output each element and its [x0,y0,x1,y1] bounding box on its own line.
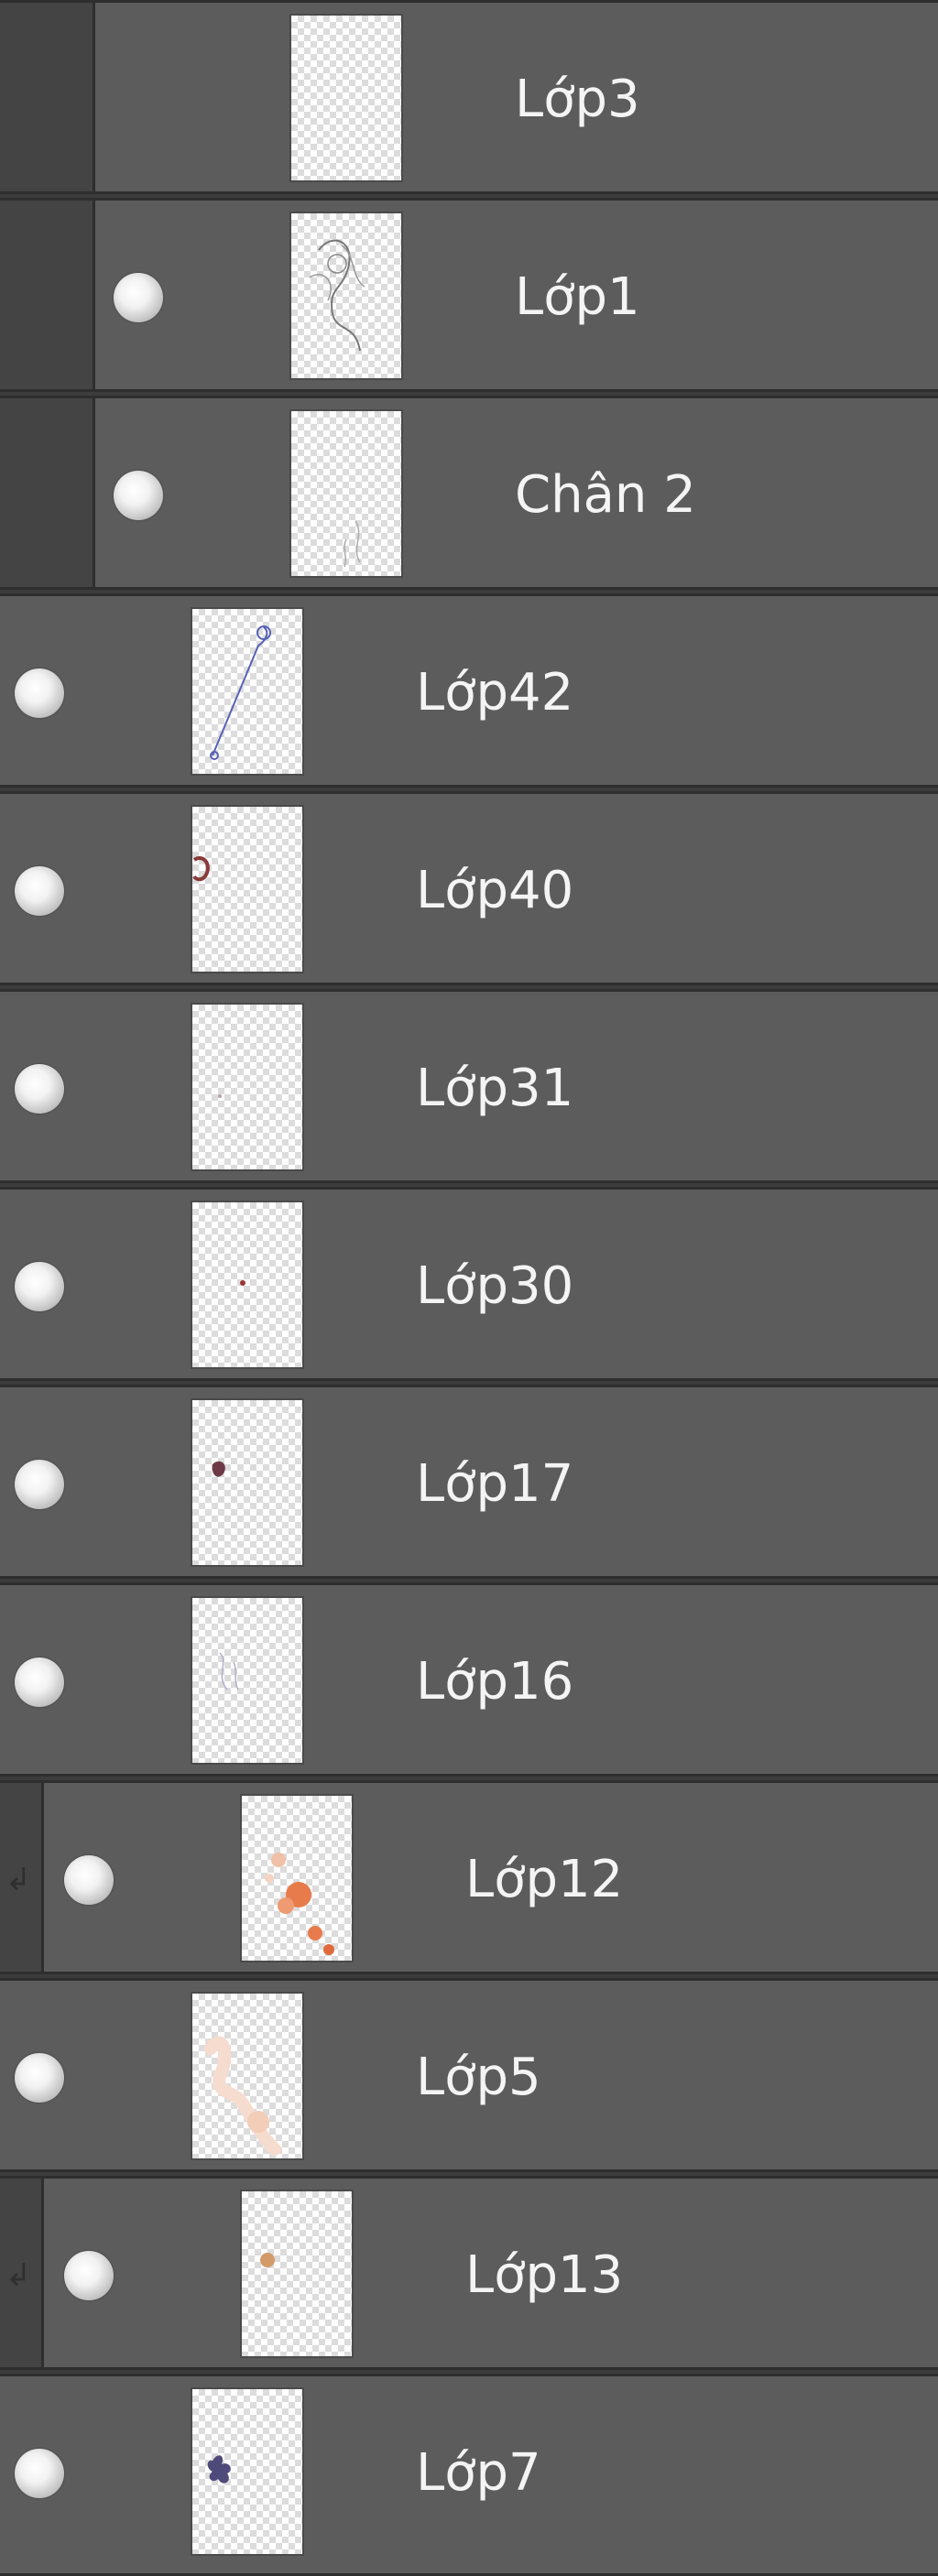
sketch-thumbnail-art [309,239,365,352]
visibility-eye-icon[interactable] [114,273,163,322]
folder-indent-bar [0,398,95,587]
layer-row-lop30[interactable]: Lớp30 [0,1187,938,1381]
layer-row-chan-2[interactable]: Chân 2 [0,396,938,590]
visibility-eye-icon[interactable] [64,1855,114,1905]
layer-thumbnail [192,1400,302,1565]
sketch-thumbnail-art [218,1094,222,1098]
visibility-eye-icon[interactable] [15,1658,64,1707]
layer-row-lop12[interactable]: ↲ Lớp12 [0,1780,938,1974]
layer-thumbnail [242,1796,352,1961]
layer-thumbnail [192,1994,302,2158]
layer-name: Lớp40 [416,861,574,920]
clipping-arrow-icon: ↲ [5,2257,32,2294]
sketch-thumbnail-art [344,520,361,568]
layer-row-lop40[interactable]: Lớp40 [0,791,938,985]
layer-name: Lớp5 [416,2048,541,2107]
sketch-thumbnail-art [219,1652,239,1690]
visibility-eye-icon[interactable] [15,866,64,916]
clipping-arrow-icon: ↲ [5,1862,32,1898]
layer-row-lop1[interactable]: Lớp1 [0,198,938,392]
layer-row-lop42[interactable]: Lớp42 [0,593,938,788]
sketch-thumbnail-art [240,1280,245,1286]
layer-thumbnail [291,213,401,378]
layer-thumbnail [192,807,302,972]
layer-name: Lớp42 [416,663,574,723]
sketch-thumbnail-art [207,2455,231,2484]
layer-thumbnail [192,2389,302,2554]
layer-row-lop17[interactable]: Lớp17 [0,1385,938,1579]
sketch-thumbnail-art [192,855,210,882]
layer-name: Lớp3 [515,70,640,129]
layer-name: Lớp7 [416,2443,541,2503]
layer-name: Lớp17 [416,1454,574,1514]
layer-row-lop7[interactable]: Lớp7 [0,2374,938,2576]
visibility-eye-icon[interactable] [114,471,163,520]
layer-thumbnail [192,1005,302,1169]
layer-thumbnail [291,411,401,576]
layer-row-lop5[interactable]: Lớp5 [0,1978,938,2172]
visibility-eye-icon[interactable] [64,2251,114,2300]
visibility-eye-icon[interactable] [15,668,64,718]
layer-row-lop31[interactable]: Lớp31 [0,989,938,1183]
visibility-eye-icon[interactable] [15,1262,64,1311]
sketch-thumbnail-art [265,1853,334,1955]
folder-indent-bar [0,201,95,389]
layer-name: Lớp12 [465,1850,624,1909]
visibility-eye-icon[interactable] [15,2449,64,2498]
sketch-thumbnail-art [212,1461,225,1477]
layer-thumbnail [192,1202,302,1367]
layer-name: Lớp30 [416,1256,574,1316]
sketch-thumbnail-art [210,625,271,760]
layer-thumbnail [291,16,401,180]
layer-row-lop16[interactable]: Lớp16 [0,1582,938,1777]
folder-indent-bar [0,3,95,191]
layer-name: Lớp13 [465,2245,624,2305]
layer-name: Lớp31 [416,1059,574,1118]
layer-row-lop3[interactable]: Lớp3 [0,0,938,194]
layer-row-lop13[interactable]: ↲ Lớp13 [0,2176,938,2370]
layer-thumbnail [192,609,302,774]
layer-thumbnail [192,1598,302,1763]
layer-thumbnail [242,2191,352,2356]
visibility-eye-icon[interactable] [15,2053,64,2103]
layer-name: Lớp16 [416,1652,574,1712]
visibility-eye-icon[interactable] [15,1460,64,1509]
layer-name: Lớp1 [515,267,640,327]
sketch-thumbnail-art [204,2036,281,2156]
visibility-eye-icon[interactable] [15,1064,64,1114]
layer-name: Chân 2 [515,465,696,525]
sketch-thumbnail-art [260,2253,275,2267]
layers-panel: Lớp3 Lớp1 Chân 2 Lớp42 Lớp40 Lớp31 Lớp30… [0,0,938,2576]
